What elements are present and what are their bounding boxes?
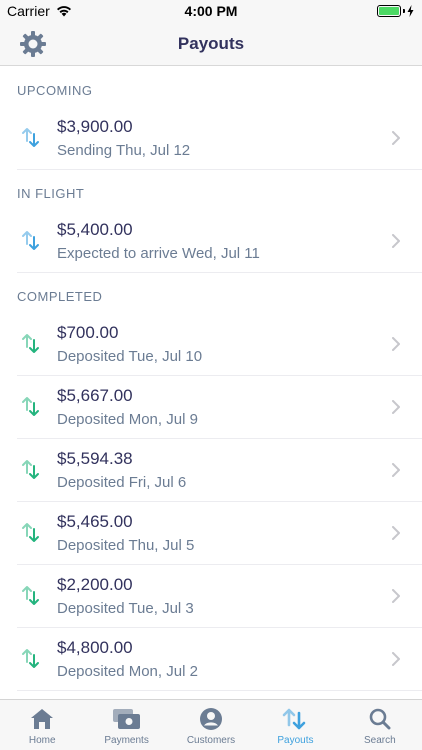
payout-arrows-icon	[22, 649, 39, 668]
status-bar: Carrier 4:00 PM	[0, 0, 422, 22]
home-icon	[27, 706, 57, 732]
payout-date: Deposited Tue, Jul 10	[57, 348, 203, 365]
tab-label: Search	[363, 735, 396, 746]
payout-arrows-icon	[22, 231, 39, 250]
tab-label: Customers	[186, 735, 236, 746]
payout-row[interactable]: $3,900.00 Sending Thu, Jul 12	[17, 107, 422, 170]
tab-payouts[interactable]: Payouts	[253, 700, 337, 750]
payout-row[interactable]: $2,200.00 Deposited Tue, Jul 3	[17, 565, 422, 628]
payout-amount: $700.00	[57, 323, 119, 342]
tab-label: Payouts	[277, 735, 314, 746]
payout-date: Sending Thu, Jul 12	[57, 142, 191, 159]
chevron-right-icon	[392, 652, 400, 666]
payout-date: Deposited Mon, Jul 9	[57, 411, 198, 428]
payout-arrows-icon	[22, 334, 39, 353]
payout-row[interactable]: $5,465.00 Deposited Thu, Jul 5	[17, 502, 422, 565]
payout-date: Expected to arrive Wed, Jul 11	[57, 245, 260, 262]
tab-bar: Home Payments Customers Payouts Search	[0, 699, 422, 750]
tab-payments[interactable]: Payments	[84, 700, 168, 750]
payout-row[interactable]: $4,800.00 Deposited Mon, Jul 2	[17, 628, 422, 691]
tab-search[interactable]: Search	[338, 700, 422, 750]
payout-date: Deposited Thu, Jul 5	[57, 537, 195, 554]
payout-row[interactable]: $6,547.50	[17, 691, 422, 699]
chevron-right-icon	[392, 526, 400, 540]
customer-icon	[196, 706, 226, 732]
chevron-right-icon	[392, 337, 400, 351]
payouts-list[interactable]: UPCOMING $3,900.00 Sending Thu, Jul 12 IN F…	[0, 67, 422, 699]
payouts-icon	[280, 706, 310, 732]
payout-row[interactable]: $700.00 Deposited Tue, Jul 10	[17, 313, 422, 376]
battery-icon	[377, 5, 414, 17]
chevron-right-icon	[392, 400, 400, 414]
payout-arrows-icon	[22, 523, 39, 542]
search-icon	[365, 706, 395, 732]
payout-date: Deposited Mon, Jul 2	[57, 663, 198, 680]
section-header-completed: COMPLETED	[17, 289, 103, 304]
chevron-right-icon	[392, 234, 400, 248]
section-header-upcoming: UPCOMING	[17, 83, 93, 98]
payments-icon	[112, 706, 142, 732]
payout-date: Deposited Fri, Jul 6	[57, 474, 187, 491]
chevron-right-icon	[392, 463, 400, 477]
payout-amount: $5,594.38	[57, 449, 133, 468]
page-title: Payouts	[177, 34, 245, 53]
navigation-bar: Payouts	[0, 22, 422, 66]
payout-amount: $5,400.00	[57, 220, 133, 239]
section-header-in-flight: IN FLIGHT	[17, 186, 85, 201]
tab-label: Payments	[104, 735, 149, 746]
payout-row[interactable]: $5,667.00 Deposited Mon, Jul 9	[17, 376, 422, 439]
payout-amount: $4,800.00	[57, 638, 133, 657]
payout-arrows-icon	[22, 397, 39, 416]
chevron-right-icon	[392, 589, 400, 603]
payout-row[interactable]: $5,400.00 Expected to arrive Wed, Jul 11	[17, 210, 422, 273]
payout-amount: $2,200.00	[57, 575, 133, 594]
payout-row[interactable]: $5,594.38 Deposited Fri, Jul 6	[17, 439, 422, 502]
payout-amount: $3,900.00	[57, 117, 133, 136]
chevron-right-icon	[392, 131, 400, 145]
tab-customers[interactable]: Customers	[169, 700, 253, 750]
tab-home[interactable]: Home	[0, 700, 84, 750]
payout-arrows-icon	[22, 460, 39, 479]
payout-amount: $5,667.00	[57, 386, 133, 405]
payout-arrows-icon	[22, 586, 39, 605]
clock: 4:00 PM	[184, 3, 238, 19]
tab-label: Home	[28, 735, 56, 746]
payout-arrows-icon	[22, 128, 39, 147]
payout-date: Deposited Tue, Jul 3	[57, 600, 194, 617]
payout-amount: $5,465.00	[57, 512, 133, 531]
charging-bolt-icon	[407, 5, 414, 17]
